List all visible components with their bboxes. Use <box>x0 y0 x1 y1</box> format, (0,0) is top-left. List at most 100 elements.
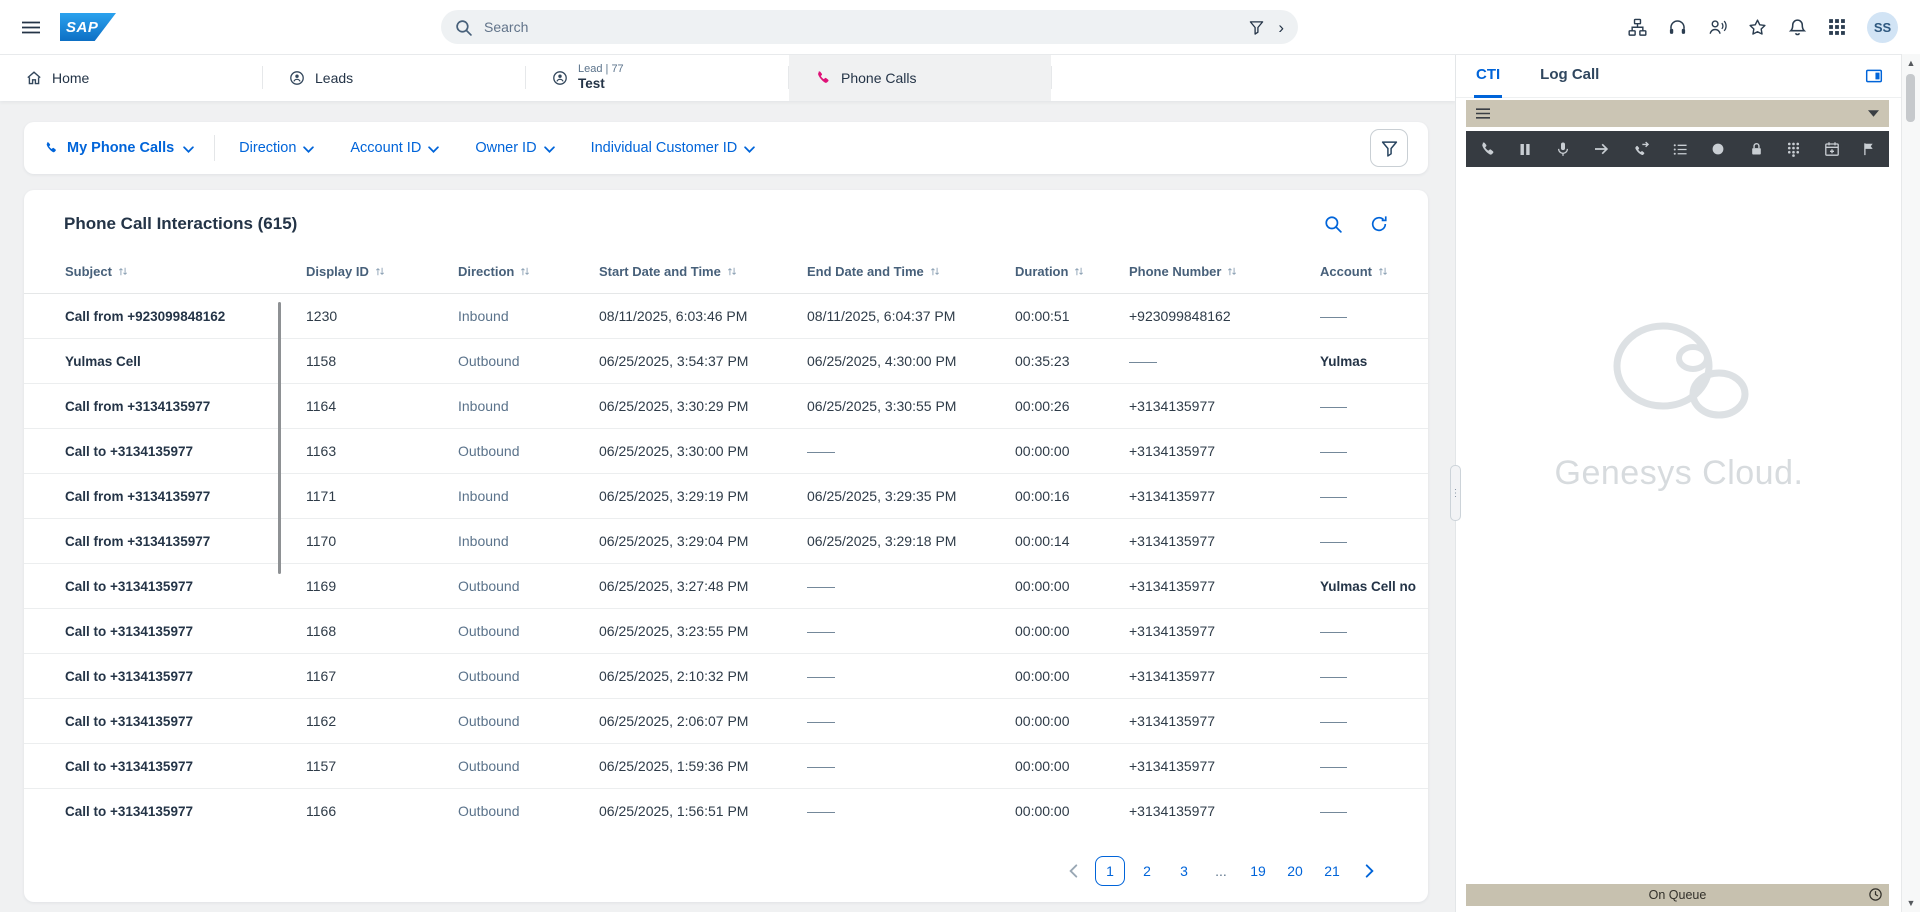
avatar[interactable]: SS <box>1867 11 1898 43</box>
cell-duration: 00:00:14 <box>1015 533 1070 549</box>
cell-duration: 00:00:26 <box>1015 398 1070 414</box>
table-search-icon[interactable] <box>1324 215 1342 233</box>
panel-resize-handle[interactable]: ⋮ <box>1450 465 1461 521</box>
column-header-phone-number[interactable]: Phone Number <box>1129 264 1320 279</box>
apps-icon[interactable] <box>1828 18 1846 36</box>
previous-page-button[interactable] <box>1058 856 1088 886</box>
phone-icon[interactable] <box>1479 141 1496 158</box>
notifications-icon[interactable] <box>1788 18 1807 37</box>
page-button-21[interactable]: 21 <box>1317 856 1347 886</box>
sap-logo[interactable]: SAP <box>60 13 116 41</box>
column-header-end-date-and-time[interactable]: End Date and Time <box>807 264 1015 279</box>
cell-account: —— <box>1320 533 1347 549</box>
mic-icon[interactable] <box>1555 141 1571 158</box>
cell-start-datetime: 06/25/2025, 3:23:55 PM <box>599 623 749 639</box>
top-bar: SAP › <box>0 0 1920 54</box>
flag-icon[interactable] <box>1862 141 1876 157</box>
list-icon[interactable] <box>1672 142 1688 157</box>
softphone-title-bar <box>1466 100 1889 127</box>
filter-bar: My Phone Calls Direction Account ID Owne… <box>24 122 1428 174</box>
search-filter-icon[interactable] <box>1249 20 1264 35</box>
assistant-icon[interactable] <box>1708 18 1727 37</box>
table-row[interactable]: Call from +3134135977 1170 Inbound 06/25… <box>24 519 1428 564</box>
pause-icon[interactable] <box>1518 142 1532 157</box>
page-button-2[interactable]: 2 <box>1132 856 1162 886</box>
tab-phone-calls[interactable]: Phone Calls <box>789 54 1051 101</box>
table-row[interactable]: Call to +3134135977 1166 Outbound 06/25/… <box>24 789 1428 824</box>
table-row[interactable]: Call to +3134135977 1168 Outbound 06/25/… <box>24 609 1428 654</box>
sap-logo-text: SAP <box>66 18 99 36</box>
search-input[interactable] <box>482 18 1250 36</box>
page-button-20[interactable]: 20 <box>1280 856 1310 886</box>
table-row[interactable]: Call to +3134135977 1163 Outbound 06/25/… <box>24 429 1428 474</box>
table-row[interactable]: Call to +3134135977 1169 Outbound 06/25/… <box>24 564 1428 609</box>
cell-display-id: 1166 <box>306 803 337 819</box>
softphone-collapse-icon[interactable] <box>1868 110 1879 117</box>
next-page-button[interactable] <box>1354 856 1384 886</box>
cell-display-id: 1170 <box>306 533 337 549</box>
scroll-up-icon[interactable]: ▲ <box>1902 58 1920 68</box>
column-header-start-date-and-time[interactable]: Start Date and Time <box>599 264 807 279</box>
page-button-19[interactable]: 19 <box>1243 856 1273 886</box>
table-row[interactable]: Yulmas Cell 1158 Outbound 06/25/2025, 3:… <box>24 339 1428 384</box>
favorites-icon[interactable] <box>1748 18 1767 37</box>
table-row[interactable]: Call to +3134135977 1167 Outbound 06/25/… <box>24 654 1428 699</box>
lock-icon[interactable] <box>1749 141 1764 157</box>
table-row[interactable]: Call to +3134135977 1157 Outbound 06/25/… <box>24 744 1428 789</box>
tab-cti[interactable]: CTI <box>1474 54 1503 98</box>
cell-direction: Inbound <box>458 398 509 414</box>
my-phone-calls-dropdown[interactable]: My Phone Calls <box>44 140 194 156</box>
tab-home[interactable]: Home <box>0 54 262 101</box>
menu-icon[interactable] <box>22 21 40 34</box>
arrow-right-icon[interactable] <box>1593 141 1610 157</box>
column-header-subject[interactable]: Subject <box>65 264 306 279</box>
table-row[interactable]: Call from +923099848162 1230 Inbound 08/… <box>24 294 1428 339</box>
search-go-icon[interactable]: › <box>1278 19 1284 36</box>
transfer-call-icon[interactable] <box>1633 141 1650 158</box>
filter-account-id[interactable]: Account ID <box>350 140 440 156</box>
scroll-down-icon[interactable]: ▼ <box>1902 898 1920 908</box>
table-actions <box>1324 215 1388 233</box>
scrollbar-thumb[interactable] <box>1906 74 1915 122</box>
column-header-account[interactable]: Account <box>1320 264 1412 279</box>
org-chart-icon[interactable] <box>1628 18 1647 37</box>
filter-individual-customer-id[interactable]: Individual Customer ID <box>591 140 756 156</box>
tab-lead-77-test[interactable]: Lead | 77 Test <box>526 54 788 101</box>
cell-start-datetime: 08/11/2025, 6:03:46 PM <box>599 308 748 324</box>
filter-direction[interactable]: Direction <box>239 140 315 156</box>
tab-log-call[interactable]: Log Call <box>1540 54 1599 98</box>
agent-status-bar[interactable]: On Queue <box>1466 884 1889 906</box>
column-header-duration[interactable]: Duration <box>1015 264 1129 279</box>
page-button-3[interactable]: 3 <box>1169 856 1199 886</box>
cell-account: Yulmas Cell no <box>1320 578 1417 594</box>
cell-direction: Outbound <box>458 578 520 594</box>
refresh-icon[interactable] <box>1370 215 1388 233</box>
cell-account: —— <box>1320 308 1347 324</box>
cell-phone-number: —— <box>1129 353 1157 369</box>
softphone-menu-icon[interactable] <box>1476 108 1490 119</box>
cell-start-datetime: 06/25/2025, 3:30:29 PM <box>599 398 749 414</box>
table-row[interactable]: Call from +3134135977 1164 Inbound 06/25… <box>24 384 1428 429</box>
phone-call-interactions-card: Phone Call Interactions (615) Subject Dis… <box>24 190 1428 902</box>
table-row[interactable]: Call to +3134135977 1162 Outbound 06/25/… <box>24 699 1428 744</box>
column-resize-handle[interactable] <box>278 302 281 574</box>
adapt-filters-button[interactable] <box>1370 129 1408 167</box>
dialpad-icon[interactable] <box>1786 141 1801 157</box>
headset-icon[interactable] <box>1668 18 1687 37</box>
page-scrollbar[interactable]: ▲ ▼ <box>1901 54 1920 912</box>
page-button-1[interactable]: 1 <box>1095 856 1125 886</box>
tab-leads[interactable]: Leads <box>263 54 525 101</box>
column-header-direction[interactable]: Direction <box>458 264 599 279</box>
clock-icon <box>1868 887 1883 902</box>
schedule-icon[interactable] <box>1824 141 1840 157</box>
table-row[interactable]: Call from +3134135977 1171 Inbound 06/25… <box>24 474 1428 519</box>
cell-end-datetime: 06/25/2025, 4:30:00 PM <box>807 353 957 369</box>
cell-direction: Inbound <box>458 308 509 324</box>
cell-subject: Call to +3134135977 <box>65 758 193 774</box>
record-icon[interactable] <box>1710 141 1726 157</box>
filter-owner-id[interactable]: Owner ID <box>475 140 555 156</box>
search-icon <box>455 19 472 36</box>
dock-panel-icon[interactable] <box>1865 67 1883 85</box>
cell-display-id: 1169 <box>306 578 337 594</box>
column-header-display-id[interactable]: Display ID <box>306 264 458 279</box>
